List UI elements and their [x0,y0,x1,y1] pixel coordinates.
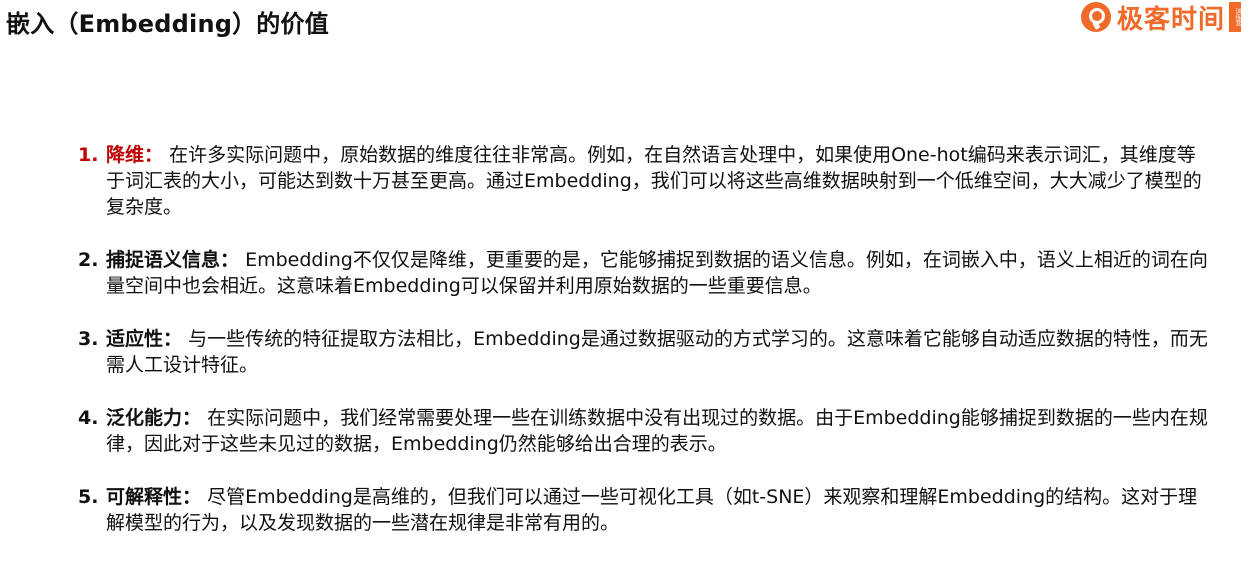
item-body: 尽管Embedding是高维的，但我们可以通过一些可视化工具（如t-SNE）来观… [106,486,1198,534]
list-item-semantic-info: 2. 捕捉语义信息： Embedding不仅仅是降维，更重要的是，它能够捕捉到数… [78,247,1208,299]
item-body: Embedding不仅仅是降维，更重要的是，它能够捕捉到数据的语义信息。例如，在… [106,249,1208,297]
item-body: 与一些传统的特征提取方法相比，Embedding是通过数据驱动的方式学习的。这意… [106,328,1208,376]
item-body: 在许多实际问题中，原始数据的维度往往非常高。例如，在自然语言处理中，如果使用On… [106,144,1202,218]
item-heading: 捕捉语义信息： [106,249,240,271]
item-heading: 泛化能力： [106,407,202,429]
item-number: 2. [78,249,99,271]
logo-text: 极客时间 [1116,4,1225,35]
item-body: 在实际问题中，我们经常需要处理一些在训练数据中没有出现过的数据。由于Embedd… [106,407,1208,455]
item-heading: 可解释性： [106,486,202,508]
list-item-interpretability: 5. 可解释性： 尽管Embedding是高维的，但我们可以通过一些可视化工具（… [78,484,1208,536]
item-number: 3. [78,328,99,350]
list-item-adaptability: 3. 适应性： 与一些传统的特征提取方法相比，Embedding是通过数据驱动的… [78,326,1208,378]
item-number: 4. [78,407,99,429]
item-heading: 适应性： [106,328,183,350]
geekbang-logo-icon [1080,2,1111,32]
logo-badge: 训练营 [1229,2,1241,32]
page-title: 嵌入（Embedding）的价值 [6,10,329,38]
item-number: 5. [78,486,99,508]
list-item-dimensionality-reduction: 1. 降维： 在许多实际问题中，原始数据的维度往往非常高。例如，在自然语言处理中… [78,142,1208,220]
brand-logo: 极客时间 训练营 [1080,0,1241,35]
value-list: 1. 降维： 在许多实际问题中，原始数据的维度往往非常高。例如，在自然语言处理中… [78,142,1208,563]
item-heading: 降维： [106,144,164,166]
item-number: 1. [78,144,99,166]
list-item-generalization: 4. 泛化能力： 在实际问题中，我们经常需要处理一些在训练数据中没有出现过的数据… [78,405,1208,457]
